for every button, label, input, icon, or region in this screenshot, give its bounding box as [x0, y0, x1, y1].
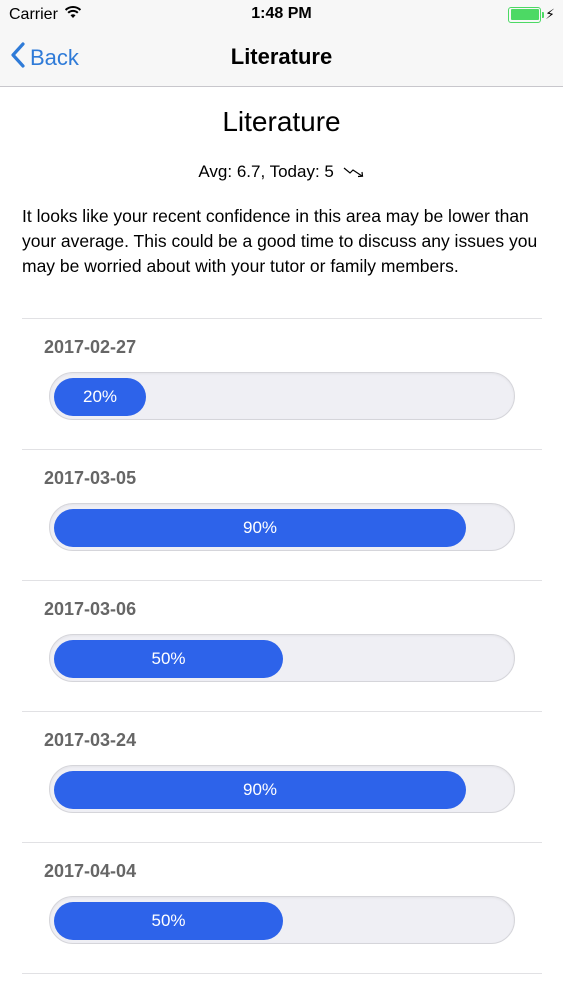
entry-date: 2017-03-05	[44, 468, 137, 488]
entry-date: 2017-04-04	[44, 861, 137, 881]
page-title: Literature	[222, 106, 341, 137]
battery-icon	[508, 6, 545, 23]
progress-fill: 50%	[54, 640, 283, 678]
list-item: 2017-04-04 50%	[22, 842, 542, 973]
entry-date: 2017-03-06	[44, 599, 137, 619]
entry-date: 2017-02-27	[44, 337, 137, 357]
progress-track: 50%	[49, 634, 515, 682]
progress-track: 20%	[49, 372, 515, 420]
entry-list: 2017-02-27 20% 2017-03-05 90% 2017-03-06 50% 2…	[22, 318, 542, 973]
progress-fill: 20%	[54, 378, 146, 416]
stats-text: Avg: 6.7, Today: 5	[198, 162, 334, 181]
entry-date: 2017-03-24	[44, 730, 137, 750]
progress-fill: 90%	[54, 509, 466, 547]
trend-down-icon	[343, 163, 365, 183]
status-bar: Carrier 1:48 PM ⚡	[0, 0, 563, 30]
status-right: ⚡	[508, 6, 555, 23]
list-item: 2017-03-05 90%	[22, 449, 542, 580]
list-divider	[22, 973, 542, 974]
list-item: 2017-03-24 90%	[22, 711, 542, 842]
status-time: 1:48 PM	[251, 5, 312, 22]
list-item: 2017-02-27 20%	[22, 318, 542, 449]
advice-message: It looks like your recent confidence in …	[22, 206, 538, 276]
list-item: 2017-03-06 50%	[22, 580, 542, 711]
charging-icon: ⚡	[545, 6, 555, 22]
nav-title: Literature	[230, 44, 333, 69]
navigation-bar: Back Literature	[0, 30, 563, 87]
stats-line: Avg: 6.7, Today: 5	[0, 162, 563, 183]
progress-track: 50%	[49, 896, 515, 944]
progress-track: 90%	[49, 503, 515, 551]
progress-fill: 50%	[54, 902, 283, 940]
progress-track: 90%	[49, 765, 515, 813]
progress-fill: 90%	[54, 771, 466, 809]
